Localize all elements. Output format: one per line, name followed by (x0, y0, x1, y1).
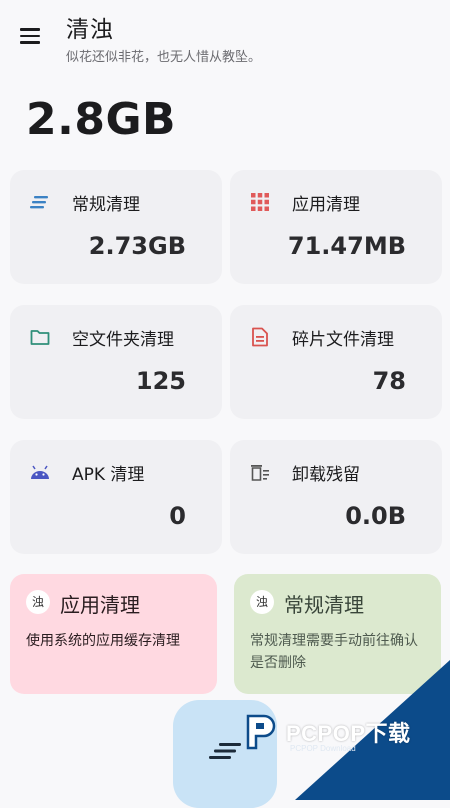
card-label: 常规清理 (72, 195, 140, 215)
folder-icon (30, 327, 50, 347)
watermark-subtitle: PCPOP Download (290, 744, 356, 753)
card-apk-clean[interactable]: APK 清理 0 (10, 440, 222, 554)
app-badge: 浊 (250, 590, 274, 614)
info-card-app-clean[interactable]: 浊 应用清理 使用系统的应用缓存清理 (10, 574, 217, 694)
grid-icon (250, 192, 270, 212)
menu-icon[interactable] (16, 22, 46, 50)
info-card-title: 应用清理 (60, 593, 140, 617)
menu-bar (20, 34, 40, 37)
info-card-description: 使用系统的应用缓存清理 (26, 633, 180, 649)
card-value: 2.73GB (88, 232, 186, 260)
card-uninstall-residue[interactable]: 卸载残留 0.0B (230, 440, 442, 554)
card-fragment-file-clean[interactable]: 碎片文件清理 78 (230, 305, 442, 419)
card-value: 0.0B (345, 502, 406, 530)
card-value: 71.47MB (287, 232, 406, 260)
card-label: 卸载残留 (292, 465, 360, 485)
card-label: 空文件夹清理 (72, 330, 174, 350)
watermark-brand: PCPOP下载 (286, 721, 411, 746)
trash-icon (250, 462, 270, 482)
app-header: 清浊 似花还似非花，也无人惜从教坠。 (0, 0, 450, 80)
total-junk-size: 2.8GB (26, 94, 177, 145)
info-card-title: 常规清理 (284, 593, 364, 617)
card-label: 应用清理 (292, 195, 360, 215)
app-subtitle: 似花还似非花，也无人惜从教坠。 (66, 50, 262, 65)
app-title: 清浊 (66, 17, 114, 43)
card-value: 125 (135, 367, 186, 395)
app-badge: 浊 (26, 590, 50, 614)
card-label: APK 清理 (72, 465, 145, 485)
menu-bar (20, 41, 40, 44)
card-app-clean[interactable]: 应用清理 71.47MB (230, 170, 442, 284)
card-label: 碎片文件清理 (292, 330, 394, 350)
card-value: 0 (169, 502, 186, 530)
start-clean-button[interactable] (173, 700, 277, 808)
menu-bar (20, 28, 40, 31)
android-icon (30, 462, 50, 482)
lines-icon (30, 192, 50, 212)
document-icon (250, 327, 270, 347)
card-empty-folder-clean[interactable]: 空文件夹清理 125 (10, 305, 222, 419)
sweep-lines-icon (209, 743, 241, 759)
card-value: 78 (372, 367, 406, 395)
info-card-regular-clean[interactable]: 浊 常规清理 常规清理需要手动前往确认是否删除 (234, 574, 441, 694)
info-card-description: 常规清理需要手动前往确认是否删除 (250, 633, 418, 671)
card-regular-clean[interactable]: 常规清理 2.73GB (10, 170, 222, 284)
